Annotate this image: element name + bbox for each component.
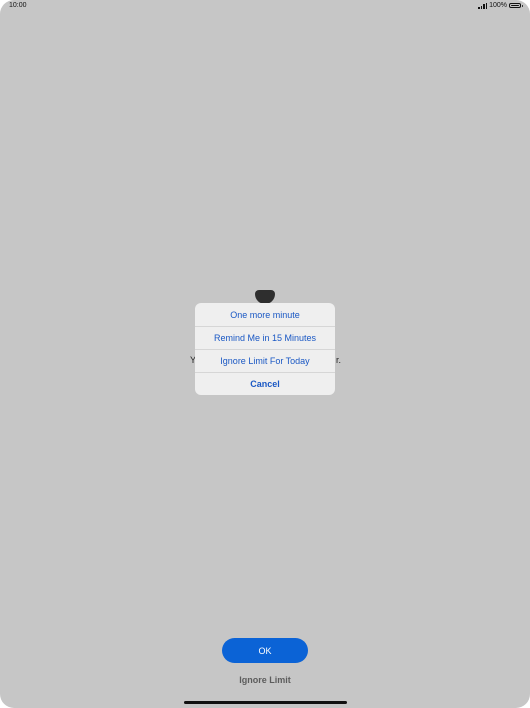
- ok-button[interactable]: OK: [222, 638, 308, 663]
- ignore-limit-today-button[interactable]: Ignore Limit For Today: [195, 349, 335, 372]
- status-bar: 10:00 100%: [0, 0, 530, 12]
- action-sheet: One more minute Remind Me in 15 Minutes …: [195, 303, 335, 395]
- signal-icon: [478, 2, 488, 9]
- limit-message-fragment-right: r.: [336, 355, 342, 365]
- remind-15-minutes-button[interactable]: Remind Me in 15 Minutes: [195, 326, 335, 349]
- cancel-button[interactable]: Cancel: [195, 372, 335, 395]
- home-indicator[interactable]: [184, 701, 347, 704]
- ignore-limit-button[interactable]: Ignore Limit: [0, 675, 530, 685]
- hourglass-icon: [255, 290, 275, 304]
- screen: 10:00 100% Y r. One more minute Remind M…: [0, 0, 530, 708]
- one-more-minute-button[interactable]: One more minute: [195, 303, 335, 326]
- status-right: 100%: [478, 2, 523, 9]
- battery-icon: [509, 3, 523, 8]
- battery-percent: 100%: [489, 2, 507, 9]
- status-time: 10:00: [9, 2, 27, 9]
